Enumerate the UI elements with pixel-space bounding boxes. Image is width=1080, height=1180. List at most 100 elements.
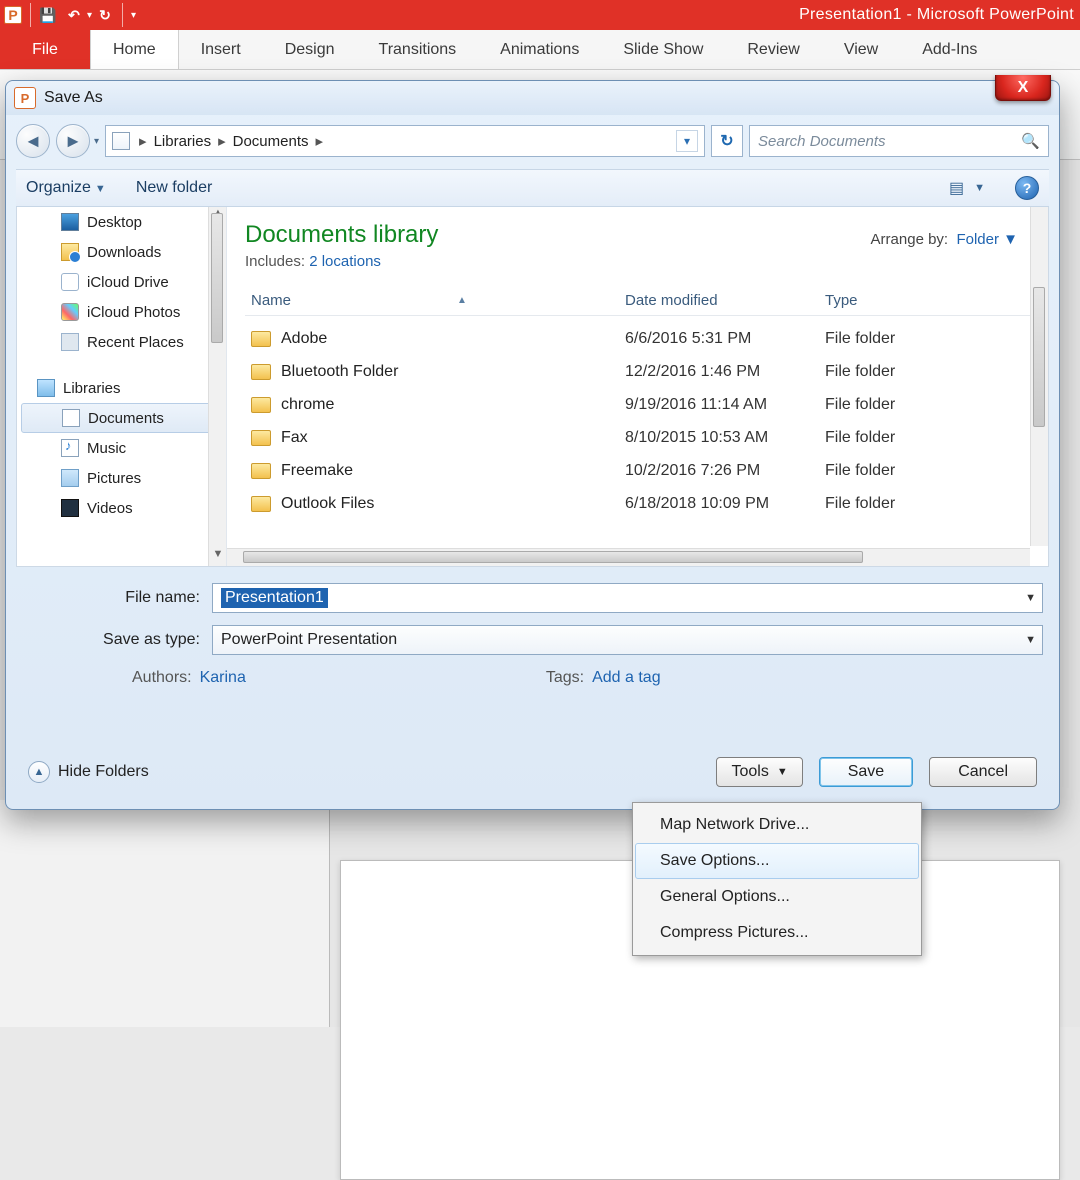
chevron-up-icon: ▲	[28, 761, 50, 783]
file-name: Bluetooth Folder	[281, 363, 398, 381]
nav-item-label: iCloud Photos	[87, 304, 180, 321]
breadcrumb-2[interactable]: Documents	[229, 133, 313, 150]
nav-item-label: Music	[87, 440, 126, 457]
table-row[interactable]: Adobe6/6/2016 5:31 PMFile folder	[245, 322, 1030, 355]
tab-insert[interactable]: Insert	[179, 30, 263, 69]
search-icon[interactable]: 🔍	[1021, 132, 1040, 150]
recent-locations-icon[interactable]: ▾	[676, 130, 698, 152]
table-row[interactable]: chrome9/19/2016 11:14 AMFile folder	[245, 388, 1030, 421]
change-view-button[interactable]: ▤▼	[949, 178, 985, 198]
save-as-dialog: X P Save As ◄ ► ▾ ▸ Libraries ▸ Document…	[5, 80, 1060, 810]
search-input[interactable]: Search Documents 🔍	[749, 125, 1049, 157]
tab-addins[interactable]: Add-Ins	[900, 30, 999, 69]
nav-item[interactable]: iCloud Photos	[17, 297, 226, 327]
organize-button[interactable]: Organize▼	[26, 179, 106, 197]
nav-item-label: Downloads	[87, 244, 161, 261]
nav-item[interactable]: Videos	[17, 493, 226, 523]
nav-item[interactable]: Desktop	[17, 207, 226, 237]
cancel-button[interactable]: Cancel	[929, 757, 1037, 787]
file-type: File folder	[825, 363, 1030, 381]
nav-item[interactable]: Downloads	[17, 237, 226, 267]
menu-item[interactable]: Map Network Drive...	[635, 807, 919, 843]
tags-value[interactable]: Add a tag	[592, 669, 661, 687]
dialog-titlebar[interactable]: P Save As	[6, 81, 1059, 115]
tab-view[interactable]: View	[822, 30, 900, 69]
nav-item-icon	[61, 439, 79, 457]
menu-item[interactable]: Save Options...	[635, 843, 919, 879]
list-vscrollbar[interactable]	[1030, 207, 1048, 546]
breadcrumb-1[interactable]: Libraries	[150, 133, 216, 150]
includes-link[interactable]: 2 locations	[309, 253, 381, 270]
file-type: File folder	[825, 429, 1030, 447]
chevron-down-icon[interactable]: ▼	[1025, 592, 1036, 604]
nav-label: Libraries	[63, 380, 121, 397]
nav-item-label: Pictures	[87, 470, 141, 487]
nav-item-label: Videos	[87, 500, 133, 517]
refresh-button[interactable]: ↻	[711, 125, 743, 157]
arrange-by-value[interactable]: Folder ▼	[956, 231, 1018, 248]
file-type: File folder	[825, 396, 1030, 414]
authors-value[interactable]: Karina	[200, 669, 246, 687]
nav-item-icon	[62, 409, 80, 427]
new-folder-button[interactable]: New folder	[136, 179, 212, 197]
nav-scrollbar[interactable]: ▲▼	[208, 207, 226, 566]
redo-icon[interactable]: ↻	[96, 6, 114, 24]
breadcrumb-bar[interactable]: ▸ Libraries ▸ Documents ▸ ▾	[105, 125, 705, 157]
folder-icon	[251, 496, 271, 512]
nav-item-icon	[61, 499, 79, 517]
table-row[interactable]: Fax8/10/2015 10:53 AMFile folder	[245, 421, 1030, 454]
nav-pane: Desktop Downloads iCloud Drive iCloud Photo…	[17, 207, 227, 566]
tab-file[interactable]: File	[0, 30, 90, 69]
close-button[interactable]: X	[995, 75, 1051, 101]
tab-home[interactable]: Home	[90, 30, 179, 69]
app-title: Presentation1 - Microsoft PowerPoint	[136, 6, 1080, 24]
folder-icon	[251, 463, 271, 479]
folder-icon	[251, 397, 271, 413]
column-headers[interactable]: Name▲ Date modified Type	[245, 292, 1030, 316]
help-button[interactable]: ?	[1015, 176, 1039, 200]
tab-review[interactable]: Review	[725, 30, 821, 69]
menu-item[interactable]: General Options...	[635, 879, 919, 915]
tools-button[interactable]: Tools▼	[716, 757, 802, 787]
menu-item[interactable]: Compress Pictures...	[635, 915, 919, 951]
tab-design[interactable]: Design	[263, 30, 357, 69]
powerpoint-icon: P	[14, 87, 36, 109]
forward-button[interactable]: ►	[56, 124, 90, 158]
tab-animations[interactable]: Animations	[478, 30, 601, 69]
col-type[interactable]: Type	[825, 292, 1030, 309]
undo-icon[interactable]: ↶	[65, 6, 83, 24]
file-type: File folder	[825, 495, 1030, 513]
back-button[interactable]: ◄	[16, 124, 50, 158]
table-row[interactable]: Outlook Files6/18/2018 10:09 PMFile fold…	[245, 487, 1030, 520]
dialog-toolbar: Organize▼ New folder ▤▼ ?	[16, 169, 1049, 207]
file-list-pane: Documents library Includes: 2 locations …	[227, 207, 1048, 566]
filename-input[interactable]: Presentation1 ▼	[212, 583, 1043, 613]
save-button[interactable]: Save	[819, 757, 913, 787]
tab-slideshow[interactable]: Slide Show	[601, 30, 725, 69]
savetype-select[interactable]: PowerPoint Presentation ▼	[212, 625, 1043, 655]
location-icon	[112, 132, 130, 150]
file-name: chrome	[281, 396, 334, 414]
file-date: 10/2/2016 7:26 PM	[625, 462, 825, 480]
table-row[interactable]: Bluetooth Folder12/2/2016 1:46 PMFile fo…	[245, 355, 1030, 388]
hide-folders-button[interactable]: ▲ Hide Folders	[28, 761, 149, 783]
history-dropdown-icon[interactable]: ▾	[94, 136, 99, 147]
col-name[interactable]: Name	[251, 292, 291, 309]
save-icon[interactable]: 💾	[39, 6, 57, 24]
search-placeholder: Search Documents	[758, 133, 886, 150]
col-date[interactable]: Date modified	[625, 292, 825, 309]
view-icon: ▤	[949, 178, 964, 198]
nav-item[interactable]: Music	[17, 433, 226, 463]
tab-transitions[interactable]: Transitions	[357, 30, 479, 69]
nav-libraries[interactable]: Libraries	[17, 373, 226, 403]
file-type: File folder	[825, 462, 1030, 480]
nav-item[interactable]: iCloud Drive	[17, 267, 226, 297]
arrange-by-label: Arrange by:	[871, 231, 949, 248]
nav-item[interactable]: Documents	[21, 403, 222, 433]
file-name: Adobe	[281, 330, 327, 348]
nav-item[interactable]: Recent Places	[17, 327, 226, 357]
chevron-down-icon[interactable]: ▼	[1025, 634, 1036, 646]
nav-item[interactable]: Pictures	[17, 463, 226, 493]
list-hscrollbar[interactable]	[227, 548, 1030, 566]
table-row[interactable]: Freemake10/2/2016 7:26 PMFile folder	[245, 454, 1030, 487]
